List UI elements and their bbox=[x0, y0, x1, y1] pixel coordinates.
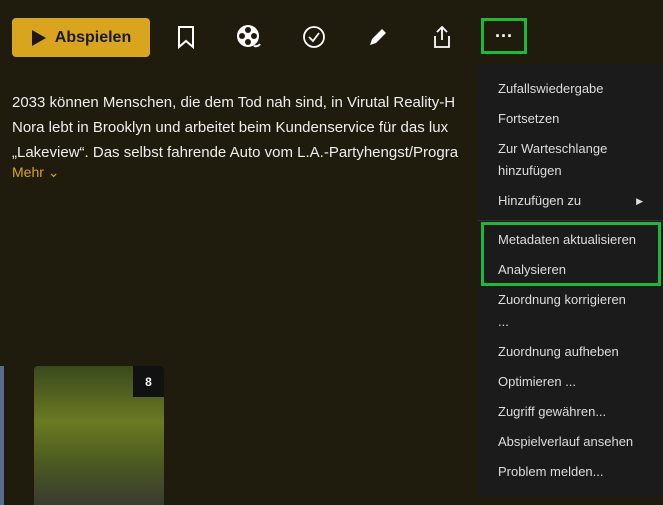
mark-watched-button[interactable] bbox=[299, 22, 329, 52]
menu-item-fix-match[interactable]: Zuordnung korrigieren ... bbox=[478, 285, 658, 337]
poster-previous[interactable] bbox=[0, 366, 4, 505]
menu-item-resume[interactable]: Fortsetzen bbox=[478, 104, 663, 134]
more-link-label: Mehr bbox=[12, 164, 44, 180]
episode-count-badge: 8 bbox=[133, 366, 164, 397]
menu-item-play-history[interactable]: Abspielverlauf ansehen bbox=[478, 427, 663, 457]
season-poster[interactable]: 8 bbox=[34, 366, 164, 505]
trailer-button[interactable] bbox=[234, 22, 264, 52]
watchlist-button[interactable] bbox=[171, 22, 201, 52]
play-icon bbox=[31, 29, 46, 46]
menu-item-shuffle[interactable]: Zufallswiedergabe bbox=[478, 74, 663, 104]
edit-button[interactable] bbox=[363, 22, 393, 52]
more-actions-button[interactable]: ··· bbox=[481, 18, 527, 54]
menu-item-add-to-queue[interactable]: Zur Warteschlange hinzufügen bbox=[478, 134, 628, 186]
menu-item-add-to-label: Hinzufügen zu bbox=[498, 193, 582, 208]
more-icon: ··· bbox=[495, 25, 513, 46]
share-icon bbox=[434, 25, 450, 48]
play-label: Abspielen bbox=[54, 28, 132, 46]
menu-item-add-to[interactable]: Hinzufügen zu ▶ bbox=[478, 186, 663, 220]
highlight-box bbox=[481, 222, 661, 286]
film-reel-icon bbox=[237, 25, 261, 48]
pencil-icon bbox=[370, 29, 386, 45]
more-link[interactable]: Mehr ⌄ bbox=[12, 164, 60, 181]
menu-item-unmatch[interactable]: Zuordnung aufheben bbox=[478, 337, 663, 367]
chevron-down-icon: ⌄ bbox=[47, 164, 60, 180]
play-button[interactable]: Abspielen bbox=[12, 18, 150, 57]
share-button[interactable] bbox=[427, 22, 457, 52]
bookmark-icon bbox=[178, 26, 194, 49]
menu-item-report-issue[interactable]: Problem melden... bbox=[478, 457, 663, 487]
menu-item-optimize[interactable]: Optimieren ... bbox=[478, 367, 663, 397]
menu-item-share-access[interactable]: Zugriff gewähren... bbox=[478, 397, 663, 427]
check-circle-icon bbox=[303, 26, 325, 48]
chevron-right-icon: ▶ bbox=[636, 196, 643, 206]
